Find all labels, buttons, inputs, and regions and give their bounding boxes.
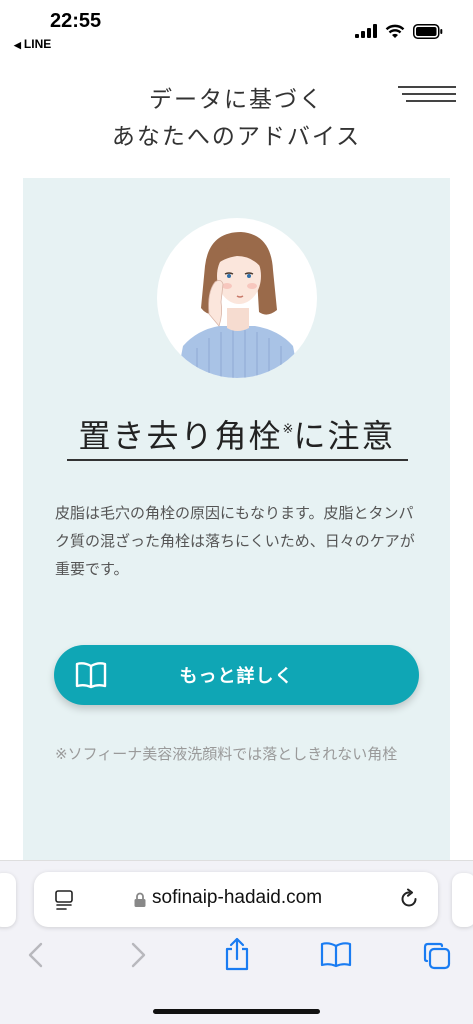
address-bar[interactable]: sofinaip-hadaid.com [34, 872, 438, 927]
browser-toolbar: sofinaip-hadaid.com [0, 860, 473, 1024]
signal-icon [355, 24, 377, 38]
battery-icon [413, 23, 443, 39]
headline-tail: に注意 [293, 417, 396, 455]
headline-footnote-mark: ※ [282, 422, 294, 437]
status-bar: 22:55 ◀ LINE [0, 0, 473, 56]
back-triangle-icon: ◀ [14, 40, 21, 50]
next-tab-preview[interactable] [452, 873, 473, 927]
url-text: sofinaip-hadaid.com [152, 887, 323, 908]
status-time: 22:55 [50, 10, 102, 32]
page-icon[interactable] [54, 889, 74, 911]
headline-underline [67, 459, 408, 461]
bookmarks-icon[interactable] [320, 941, 352, 969]
share-icon[interactable] [224, 937, 250, 971]
book-icon [75, 662, 107, 689]
home-indicator[interactable] [153, 1009, 320, 1014]
header-title-line2: あなたへのアドバイス [111, 124, 362, 150]
more-details-label: もっと詳しく [179, 666, 294, 687]
headline: 置き去り角栓※に注意 [65, 411, 409, 457]
back-icon[interactable] [26, 941, 46, 969]
back-to-line-link[interactable]: ◀ LINE [14, 37, 51, 51]
wifi-icon [385, 24, 405, 38]
footnote-text: ※ソフィーナ美容液洗顔料では落としきれない角栓 [55, 745, 398, 763]
advice-card: 置き去り角栓※に注意 皮脂は毛穴の角栓の原因にもなります。皮脂とタンパク質の混ざ… [23, 178, 450, 878]
previous-tab-preview[interactable] [0, 873, 16, 927]
forward-icon[interactable] [128, 941, 148, 969]
hamburger-menu-icon[interactable] [398, 84, 456, 104]
headline-main: 置き去り角栓 [78, 417, 283, 455]
woman-illustration [157, 218, 317, 378]
reload-icon[interactable] [398, 888, 420, 910]
back-app-label: LINE [23, 37, 52, 51]
tabs-icon[interactable] [422, 941, 452, 971]
more-details-button[interactable]: もっと詳しく [54, 645, 419, 705]
lock-icon [134, 892, 146, 907]
advice-body-text: 皮脂は毛穴の角栓の原因にもなります。皮脂とタンパク質の混ざった角栓は落ちにくいた… [55, 504, 415, 578]
status-icons [355, 22, 443, 40]
